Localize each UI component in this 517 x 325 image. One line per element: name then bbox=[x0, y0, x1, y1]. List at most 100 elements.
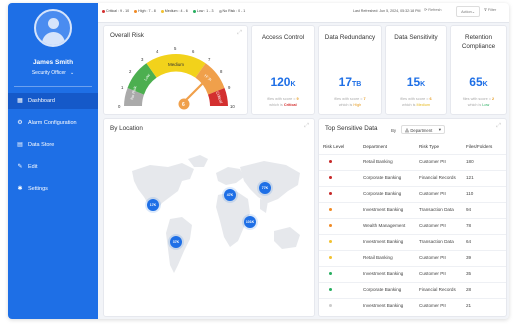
cell-files: 28 bbox=[466, 287, 472, 292]
metric-value: 120K bbox=[270, 75, 296, 89]
cell-risk-type: Customer PII bbox=[419, 159, 446, 164]
chevron-down-icon: ⌄ bbox=[69, 70, 75, 76]
group-by-label: By bbox=[391, 128, 397, 133]
table-row[interactable]: Corporate Banking Financial Records 121 bbox=[319, 170, 506, 183]
user-role-dropdown[interactable]: Security Officer ⌄ bbox=[8, 70, 98, 76]
location-bubble[interactable]: 37K bbox=[170, 236, 182, 248]
cell-files: 78 bbox=[466, 223, 472, 228]
sidebar-item-label: Edit bbox=[28, 164, 38, 170]
metric-card-data-redundancy: Data Redundancy 17TB files with score = … bbox=[318, 25, 382, 115]
cell-files: 35 bbox=[466, 271, 472, 276]
risk-level-dot bbox=[329, 288, 332, 291]
cell-department: Investment Banking bbox=[363, 303, 404, 308]
legend-low: Low : 1 - 3 bbox=[192, 9, 214, 13]
sidebar-divider bbox=[14, 86, 92, 87]
location-bubble[interactable]: 77K bbox=[259, 182, 271, 194]
risk-level-dot bbox=[329, 160, 332, 163]
cell-risk-type: Transaction Data bbox=[419, 239, 454, 244]
cell-department: Retail Banking bbox=[363, 159, 393, 164]
table-row[interactable]: Retail Banking Customer PII 180 bbox=[319, 154, 506, 167]
table-row[interactable]: Investment Banking Customer PII 35 bbox=[319, 266, 506, 279]
user-name: James Smith bbox=[32, 59, 74, 66]
column-header[interactable]: Department bbox=[363, 144, 387, 149]
map-australia bbox=[274, 227, 300, 249]
alarm-icon: ⚙ bbox=[17, 120, 23, 126]
table-row[interactable]: Corporate Banking Financial Records 28 bbox=[319, 282, 506, 295]
table-row[interactable]: Investment Banking Customer PII 21 bbox=[319, 298, 506, 311]
column-header[interactable]: Risk Level bbox=[323, 144, 344, 149]
cell-department: Investment Banking bbox=[363, 207, 404, 212]
sidebar-item-label: Data Store bbox=[28, 142, 55, 148]
gauge-tick-label: 0 bbox=[118, 104, 121, 109]
cell-risk-type: Financial Records bbox=[419, 287, 456, 292]
avatar[interactable] bbox=[34, 9, 72, 47]
risk-level-dot bbox=[329, 192, 332, 195]
chevron-down-icon: ⌄ bbox=[471, 10, 475, 14]
refresh-button[interactable]: ⟳ Refresh bbox=[424, 7, 442, 12]
sidebar-item-dashboard[interactable]: ▦ Dashboard bbox=[8, 93, 98, 109]
column-header[interactable]: Files/Folders bbox=[466, 144, 492, 149]
risk-level-dot bbox=[329, 176, 332, 179]
legend-high: High : 7 - 8 bbox=[134, 9, 156, 13]
map-north-america bbox=[132, 163, 194, 211]
sidebar-item-edit[interactable]: ✎ Edit bbox=[8, 159, 98, 175]
metric-title: Access Control bbox=[261, 34, 305, 41]
gear-icon: ✱ bbox=[17, 186, 23, 192]
metric-card-data-sensitivity: Data Sensitivity 15K files with score = … bbox=[385, 25, 447, 115]
cell-risk-type: Customer PII bbox=[419, 303, 446, 308]
by-location-card: By Location ⤢ 17K 47K 77K 101K 37K bbox=[103, 118, 315, 317]
metric-title: Retention Compliance bbox=[461, 34, 496, 50]
cell-files: 39 bbox=[466, 255, 472, 260]
risk-level-dot bbox=[329, 240, 332, 243]
location-bubble[interactable]: 17K bbox=[147, 199, 159, 211]
location-bubble[interactable]: 47K bbox=[224, 189, 236, 201]
table-row[interactable]: Corporate Banking Customer PII 110 bbox=[319, 186, 506, 199]
dashboard-icon: ▦ bbox=[17, 98, 23, 104]
gauge-tick-label: 6 bbox=[192, 49, 195, 54]
cell-risk-type: Customer PII bbox=[419, 223, 446, 228]
table-row[interactable]: Investment Banking Transaction Data 64 bbox=[319, 234, 506, 247]
cell-files: 110 bbox=[466, 191, 474, 196]
gauge-tick-label: 10 bbox=[230, 104, 235, 109]
risk-level-dot bbox=[329, 304, 332, 307]
metric-card-access-control: Access Control 120K files with score = 9… bbox=[251, 25, 315, 115]
table-row[interactable]: Investment Banking Transaction Data 94 bbox=[319, 202, 506, 215]
cell-department: Corporate Banking bbox=[363, 287, 402, 292]
cell-department: Investment Banking bbox=[363, 239, 404, 244]
cell-files: 94 bbox=[466, 207, 472, 212]
gauge-tick-label: 8 bbox=[220, 69, 223, 74]
cell-department: Corporate Banking bbox=[363, 191, 402, 196]
risk-level-dot bbox=[329, 256, 332, 259]
metric-note: files with score = 7 which is High bbox=[334, 97, 366, 107]
risk-level-dot bbox=[329, 272, 332, 275]
cell-risk-type: Customer PII bbox=[419, 255, 446, 260]
cell-files: 180 bbox=[466, 159, 474, 164]
map-asia bbox=[240, 161, 300, 203]
app-window: James Smith Security Officer ⌄ ▦ Dashboar… bbox=[8, 3, 509, 319]
metric-note: files with score = 2 which is Low bbox=[462, 97, 495, 107]
cell-files: 21 bbox=[466, 303, 472, 308]
risk-level-dot bbox=[329, 208, 332, 211]
metric-title: Data Sensitivity bbox=[394, 34, 438, 41]
group-by-select[interactable]: ⁂ Department ▾ bbox=[401, 125, 445, 134]
cell-files: 64 bbox=[466, 239, 472, 244]
risk-level-dot bbox=[329, 224, 332, 227]
gauge-tick-label: 9 bbox=[228, 85, 231, 90]
location-bubble[interactable]: 101K bbox=[244, 216, 256, 228]
expand-icon[interactable]: ⤢ bbox=[496, 123, 501, 130]
table-row[interactable]: Wealth Management Customer PII 78 bbox=[319, 218, 506, 231]
cell-department: Retail Banking bbox=[363, 255, 393, 260]
metric-note: files with score = 6 which is Medium bbox=[400, 97, 432, 107]
filter-button[interactable]: ⊽ Filter bbox=[484, 7, 496, 12]
sidebar-item-settings[interactable]: ✱ Settings bbox=[8, 181, 98, 197]
gauge-needle bbox=[182, 76, 210, 104]
metric-title: Data Redundancy bbox=[324, 34, 376, 41]
sidebar: James Smith Security Officer ⌄ ▦ Dashboar… bbox=[8, 3, 98, 319]
gauge-tick-label: 5 bbox=[174, 46, 177, 51]
metric-value: 17TB bbox=[338, 75, 362, 89]
sidebar-item-data-store[interactable]: ▤ Data Store bbox=[8, 137, 98, 153]
sidebar-item-alarm-configuration[interactable]: ⚙ Alarm Configuration bbox=[8, 115, 98, 131]
column-header[interactable]: Risk Type bbox=[419, 144, 439, 149]
action-dropdown[interactable]: Action ⌄ bbox=[456, 6, 480, 17]
table-row[interactable]: Retail Banking Customer PII 39 bbox=[319, 250, 506, 263]
